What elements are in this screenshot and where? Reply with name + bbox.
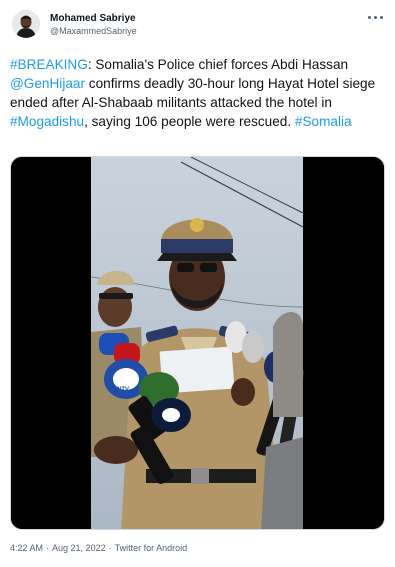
tweet-date[interactable]: Aug 21, 2022 bbox=[52, 543, 106, 553]
mention-genhijaar[interactable]: @GenHijaar bbox=[10, 76, 85, 91]
author-handle[interactable]: @MaxammedSabriye bbox=[50, 26, 137, 37]
meta-separator: · bbox=[46, 543, 50, 553]
tweet-text: #BREAKING: Somalia's Police chief forces… bbox=[10, 55, 388, 131]
hashtag-breaking[interactable]: #BREAKING bbox=[10, 57, 88, 72]
avatar-portrait-icon bbox=[12, 10, 40, 38]
author-display-name[interactable]: Mohamed Sabriye bbox=[50, 13, 136, 25]
mic-label: SNTV bbox=[113, 387, 130, 393]
tweet-card: Mohamed Sabriye @MaxammedSabriye #BREAKI… bbox=[0, 0, 395, 567]
tweet-metadata: 4:22 AM · Aug 21, 2022 · Twitter for Android bbox=[10, 542, 187, 554]
tweet-source[interactable]: Twitter for Android bbox=[115, 543, 188, 553]
video-player[interactable]: SNTV SNTV bbox=[10, 156, 385, 530]
video-frame-image bbox=[11, 157, 384, 529]
hashtag-mogadishu[interactable]: #Mogadishu bbox=[10, 114, 84, 129]
mic-label: SNTV bbox=[161, 422, 175, 428]
tweet-time[interactable]: 4:22 AM bbox=[10, 543, 43, 553]
tweet-text-segment: , saying 106 people were rescued. bbox=[84, 114, 295, 129]
tweet-text-segment: : Somalia's Police chief forces Abdi Has… bbox=[87, 57, 349, 72]
more-options-icon[interactable] bbox=[365, 10, 385, 24]
author-avatar[interactable] bbox=[12, 10, 40, 38]
hashtag-somalia[interactable]: #Somalia bbox=[295, 114, 352, 129]
meta-separator: · bbox=[108, 543, 112, 553]
